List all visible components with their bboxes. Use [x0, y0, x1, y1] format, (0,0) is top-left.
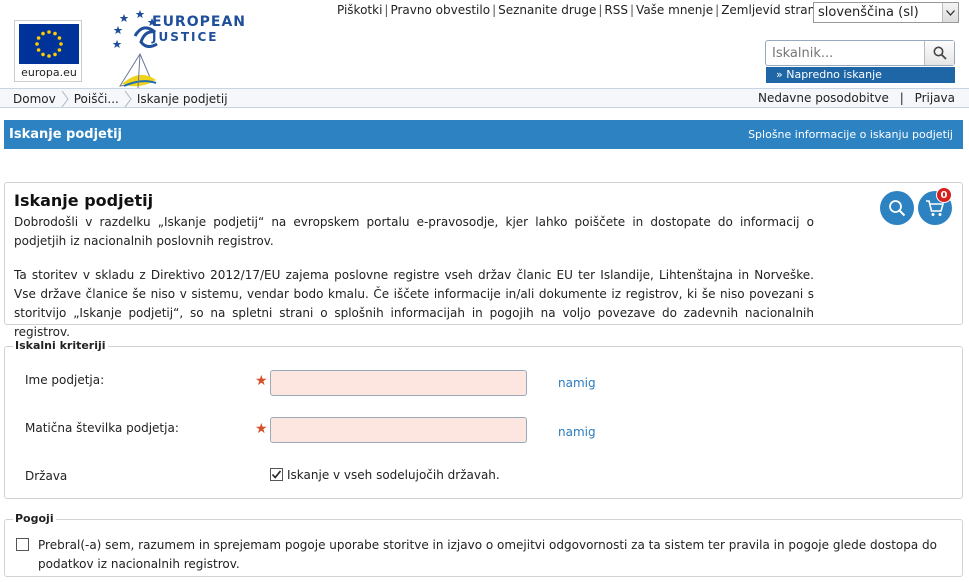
chevron-right-icon: [61, 91, 69, 107]
company-name-label: Ime podjetja:: [25, 373, 105, 387]
login-link[interactable]: Prijava: [915, 91, 955, 105]
link-cookies[interactable]: Piškotki: [337, 3, 382, 17]
checkmark-icon: [271, 470, 282, 479]
breadcrumb-bar: Domov Poišči... Iskanje podjetij Nedavne…: [0, 88, 969, 108]
chevron-right-icon: [124, 91, 132, 107]
company-reg-number-hint-link[interactable]: namig: [558, 425, 596, 439]
link-sitemap[interactable]: Zemljevid strani: [721, 3, 818, 17]
page-title-bar: Iskanje podjetij Splošne informacije o i…: [4, 120, 963, 149]
recent-updates-link[interactable]: Nedavne posodobitve: [758, 91, 889, 105]
intro-paragraph-welcome: Dobrodošli v razdelku „Iskanje podjetij“…: [14, 215, 814, 248]
search-criteria-fieldset: Iskalni kriteriji Ime podjetja: ★ namig …: [4, 339, 963, 499]
all-countries-checkbox[interactable]: [270, 468, 283, 481]
breadcrumb-current: Iskanje podjetij: [136, 92, 228, 106]
magnifier-icon: [889, 200, 906, 217]
terms-fieldset: Pogoji Prebral(-a) sem, razumem in sprej…: [4, 512, 963, 577]
europa-eu-logo-text: europa.eu: [21, 66, 77, 79]
top-link-separator: |: [630, 3, 635, 17]
eu-flag-icon: [19, 24, 79, 64]
intro-panel: Iskanje podjetij Dobrodošli v razdelku „…: [4, 182, 963, 339]
breadcrumb-find[interactable]: Poišči...: [74, 92, 119, 106]
cart-count-badge: 0: [936, 187, 952, 203]
company-reg-number-label: Matična številka podjetja:: [25, 421, 179, 435]
country-label: Država: [25, 469, 68, 483]
required-star-icon: ★: [255, 373, 268, 389]
company-name-hint-link[interactable]: namig: [558, 376, 596, 390]
search-button[interactable]: [924, 41, 954, 65]
advanced-search-link[interactable]: » Napredno iskanje: [766, 67, 955, 83]
site-header: europa.eu EUROPEAN JUSTICE Piškotki | Prav…: [0, 0, 969, 90]
search-input[interactable]: [766, 41, 924, 65]
e-justice-logo-line1: EUROPEAN: [152, 14, 246, 30]
link-share[interactable]: Seznanite druge: [498, 3, 596, 17]
breadcrumb-home[interactable]: Domov: [13, 92, 56, 106]
accept-terms-text[interactable]: Prebral(-a) sem, razumem in sprejemam po…: [38, 536, 938, 574]
top-link-separator: |: [492, 3, 497, 17]
language-select[interactable]: slovenščina (sl): [813, 2, 959, 23]
search-criteria-legend: Iskalni kriteriji: [13, 339, 108, 352]
breadcrumb-right-links: Nedavne posodobitve | Prijava: [758, 91, 955, 105]
top-link-separator: |: [715, 3, 720, 17]
search-shortcut-button[interactable]: [880, 191, 914, 225]
general-info-link[interactable]: Splošne informacije o iskanju podjetij: [748, 128, 953, 141]
required-star-icon: ★: [255, 421, 268, 437]
e-justice-logo-line2: JUSTICE: [152, 30, 219, 44]
e-justice-logo[interactable]: EUROPEAN JUSTICE: [110, 6, 245, 90]
breadcrumb: Domov Poišči... Iskanje podjetij: [13, 91, 228, 107]
chevron-down-icon[interactable]: [942, 3, 958, 22]
search-icon: [933, 46, 947, 60]
language-select-value: slovenščina (sl): [818, 5, 919, 20]
breadcrumb-right-separator: |: [899, 91, 904, 105]
intro-heading: Iskanje podjetij: [14, 191, 154, 210]
europa-eu-logo[interactable]: europa.eu: [14, 20, 82, 82]
page-title: Iskanje podjetij: [9, 127, 122, 142]
all-countries-label[interactable]: Iskanje v vseh sodelujočih državah.: [287, 468, 500, 482]
link-feedback[interactable]: Vaše mnenje: [636, 3, 713, 17]
intro-paragraph-coverage: Ta storitev v skladu z Direktivo 2012/17…: [14, 268, 814, 339]
top-links: Piškotki | Pravno obvestilo | Seznanite drug…: [337, 3, 819, 17]
company-name-input[interactable]: [270, 370, 527, 396]
accept-terms-checkbox[interactable]: [16, 538, 29, 551]
company-reg-number-input[interactable]: [270, 417, 527, 443]
link-rss[interactable]: RSS: [604, 3, 628, 17]
terms-legend: Pogoji: [13, 512, 56, 525]
site-search: [765, 40, 955, 66]
link-legal-notice[interactable]: Pravno obvestilo: [390, 3, 490, 17]
